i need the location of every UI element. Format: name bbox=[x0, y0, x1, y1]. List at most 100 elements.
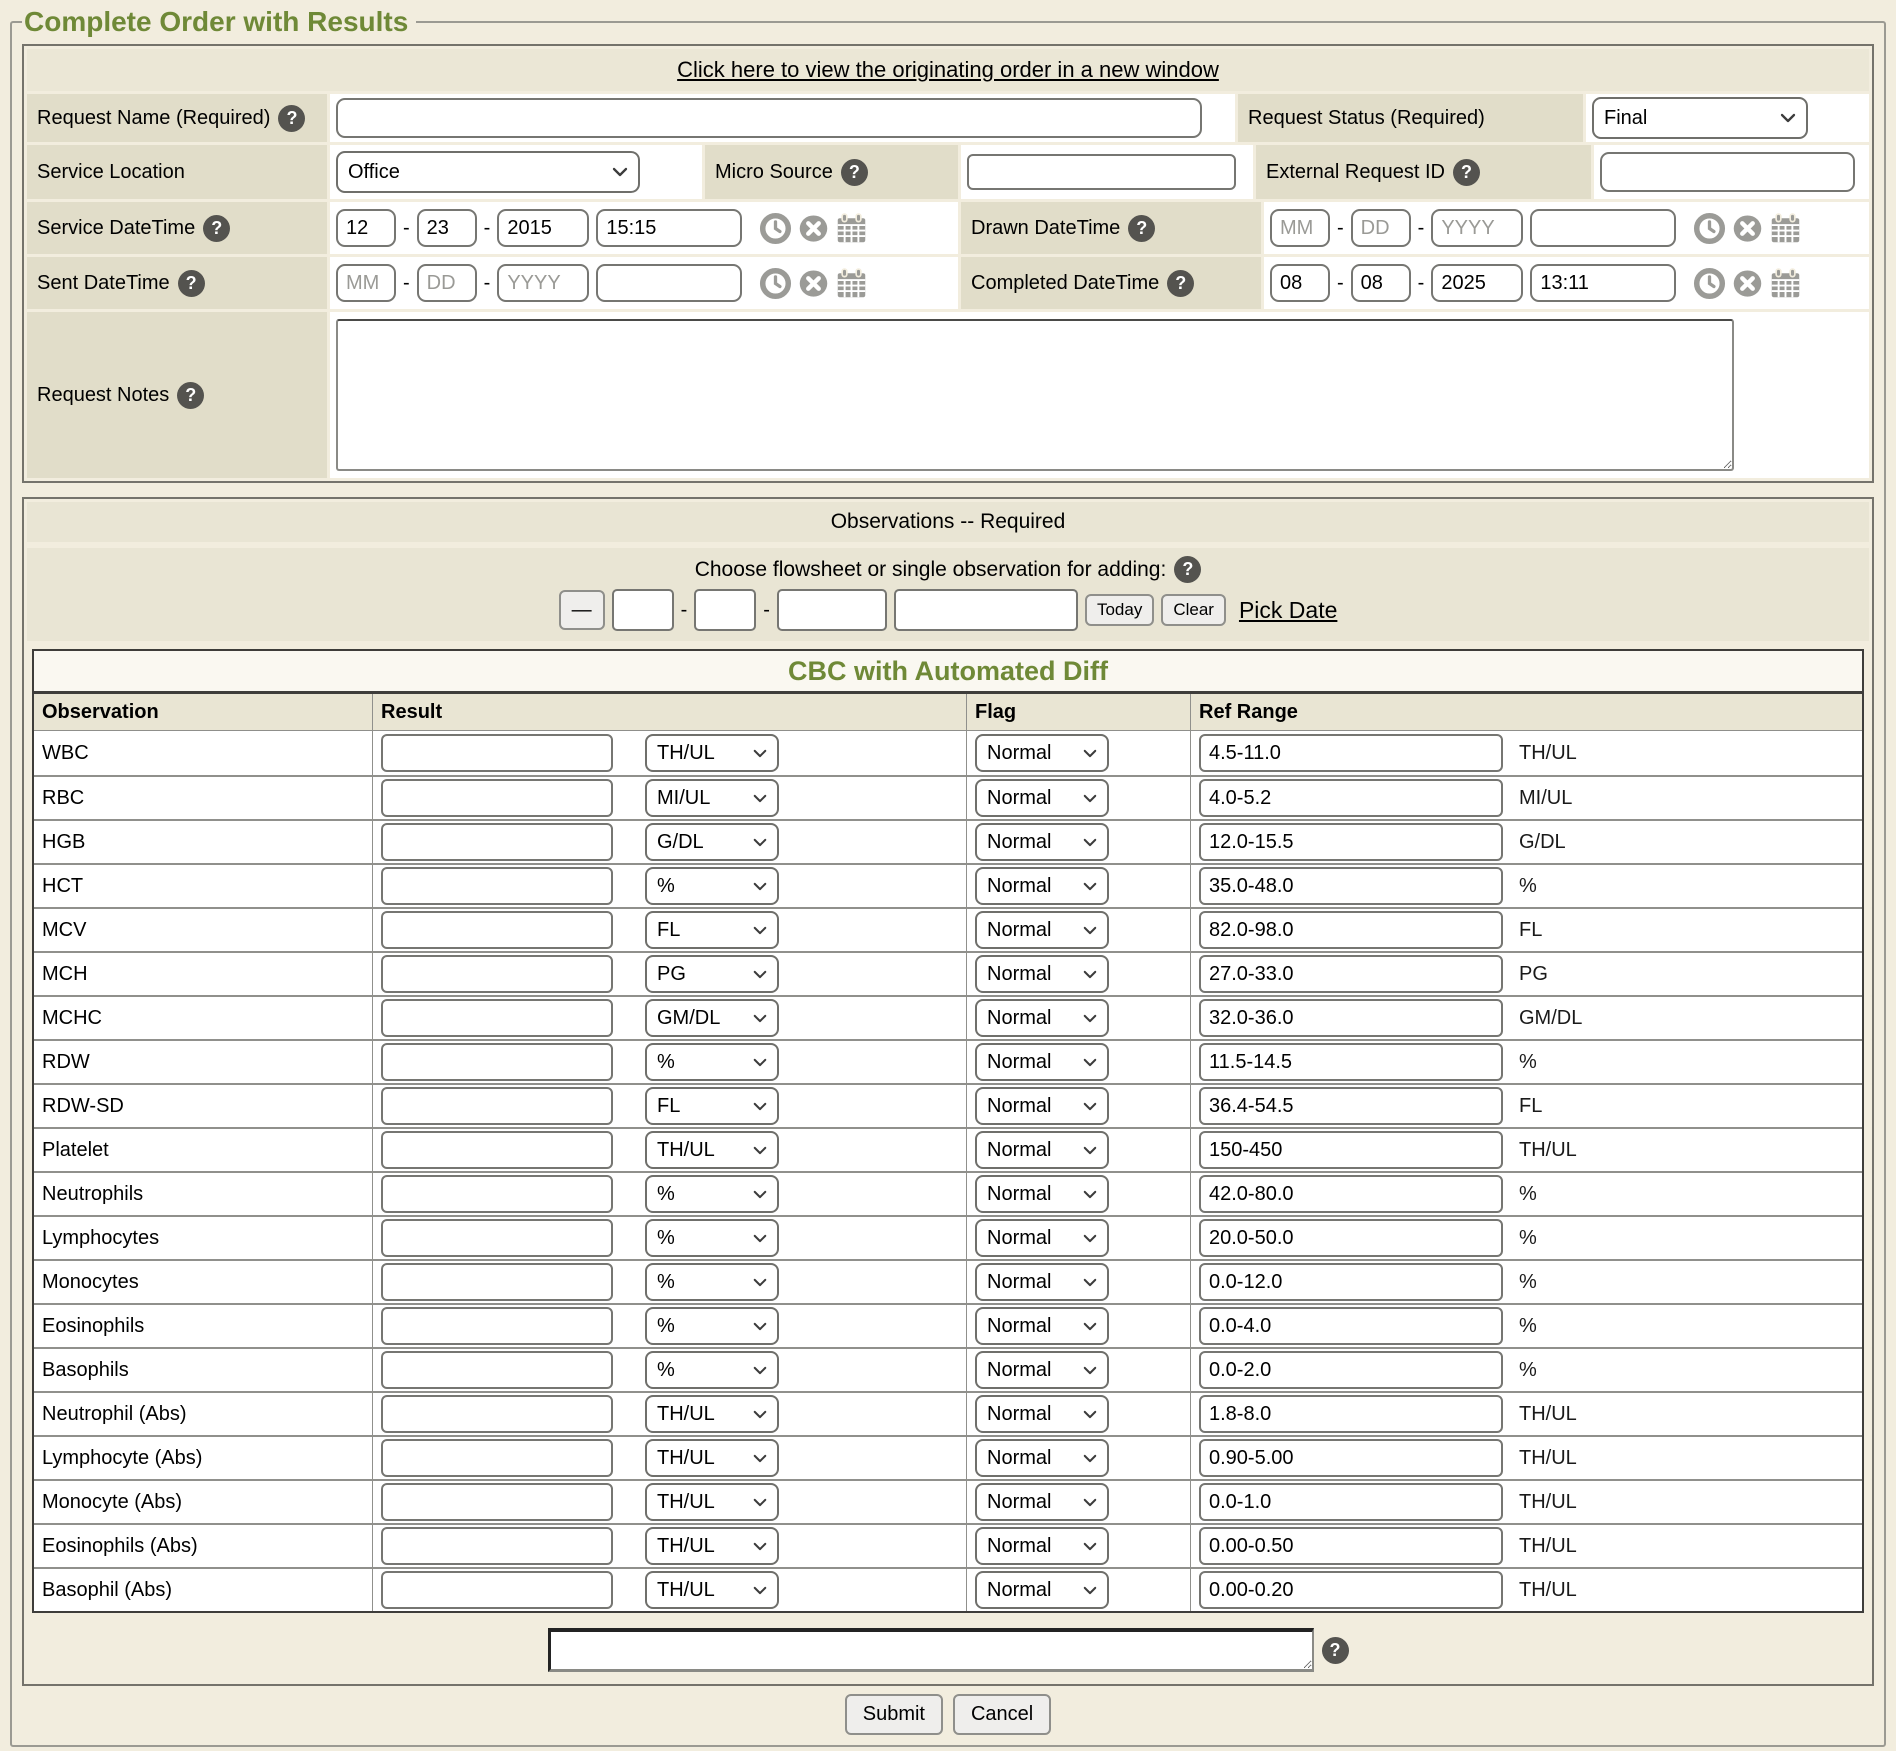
result-input[interactable] bbox=[381, 1175, 613, 1213]
month-input[interactable] bbox=[336, 209, 396, 247]
flag-select[interactable]: Normal bbox=[975, 1571, 1109, 1609]
ref-range-input[interactable] bbox=[1199, 911, 1503, 949]
ref-range-input[interactable] bbox=[1199, 1175, 1503, 1213]
result-input[interactable] bbox=[381, 911, 613, 949]
clear-button[interactable]: Clear bbox=[1161, 594, 1226, 626]
help-icon[interactable]: ? bbox=[203, 215, 230, 242]
ref-range-input[interactable] bbox=[1199, 734, 1503, 772]
result-input[interactable] bbox=[381, 1131, 613, 1169]
ref-range-input[interactable] bbox=[1199, 1263, 1503, 1301]
time-input[interactable] bbox=[1530, 264, 1676, 302]
year-input[interactable] bbox=[497, 264, 589, 302]
result-input[interactable] bbox=[381, 1351, 613, 1389]
flag-select[interactable]: Normal bbox=[975, 1175, 1109, 1213]
ref-range-input[interactable] bbox=[1199, 867, 1503, 905]
year-input[interactable] bbox=[1431, 209, 1523, 247]
result-input[interactable] bbox=[381, 734, 613, 772]
clock-icon[interactable] bbox=[759, 212, 792, 245]
month-input[interactable] bbox=[1270, 209, 1330, 247]
year-input[interactable] bbox=[1431, 264, 1523, 302]
result-input[interactable] bbox=[381, 1439, 613, 1477]
observation-note-textarea[interactable] bbox=[548, 1628, 1314, 1672]
flag-select[interactable]: Normal bbox=[975, 911, 1109, 949]
ref-range-input[interactable] bbox=[1199, 955, 1503, 993]
help-icon[interactable]: ? bbox=[278, 105, 305, 132]
clock-icon[interactable] bbox=[1693, 267, 1726, 300]
unit-select[interactable]: G/DL bbox=[645, 823, 779, 861]
submit-button[interactable]: Submit bbox=[845, 1694, 943, 1735]
flag-select[interactable]: Normal bbox=[975, 1263, 1109, 1301]
unit-select[interactable]: PG bbox=[645, 955, 779, 993]
flag-select[interactable]: Normal bbox=[975, 734, 1109, 772]
ref-range-input[interactable] bbox=[1199, 1351, 1503, 1389]
chooser-time-input[interactable] bbox=[894, 589, 1078, 631]
unit-select[interactable]: TH/UL bbox=[645, 1439, 779, 1477]
help-icon[interactable]: ? bbox=[177, 382, 204, 409]
clock-icon[interactable] bbox=[759, 267, 792, 300]
unit-select[interactable]: TH/UL bbox=[645, 1483, 779, 1521]
chooser-month-input[interactable] bbox=[612, 589, 674, 631]
help-icon[interactable]: ? bbox=[1322, 1637, 1349, 1664]
flag-select[interactable]: Normal bbox=[975, 779, 1109, 817]
clear-datetime-icon[interactable] bbox=[1731, 212, 1764, 245]
result-input[interactable] bbox=[381, 1219, 613, 1257]
help-icon[interactable]: ? bbox=[1174, 556, 1201, 583]
help-icon[interactable]: ? bbox=[1128, 215, 1155, 242]
flag-select[interactable]: Normal bbox=[975, 1131, 1109, 1169]
ref-range-input[interactable] bbox=[1199, 1043, 1503, 1081]
ref-range-input[interactable] bbox=[1199, 779, 1503, 817]
unit-select[interactable]: MI/UL bbox=[645, 779, 779, 817]
request-name-input[interactable] bbox=[336, 98, 1202, 138]
result-input[interactable] bbox=[381, 1395, 613, 1433]
flag-select[interactable]: Normal bbox=[975, 1483, 1109, 1521]
unit-select[interactable]: TH/UL bbox=[645, 1527, 779, 1565]
unit-select[interactable]: % bbox=[645, 1263, 779, 1301]
result-input[interactable] bbox=[381, 1087, 613, 1125]
pick-date-link[interactable]: Pick Date bbox=[1239, 597, 1337, 624]
month-input[interactable] bbox=[1270, 264, 1330, 302]
flag-select[interactable]: Normal bbox=[975, 1527, 1109, 1565]
flag-select[interactable]: Normal bbox=[975, 823, 1109, 861]
micro-source-input[interactable] bbox=[967, 154, 1236, 190]
unit-select[interactable]: FL bbox=[645, 1087, 779, 1125]
ref-range-input[interactable] bbox=[1199, 1307, 1503, 1345]
result-input[interactable] bbox=[381, 1527, 613, 1565]
help-icon[interactable]: ? bbox=[841, 159, 868, 186]
view-originating-order-link[interactable]: Click here to view the originating order… bbox=[677, 57, 1219, 83]
ref-range-input[interactable] bbox=[1199, 1087, 1503, 1125]
result-input[interactable] bbox=[381, 867, 613, 905]
ref-range-input[interactable] bbox=[1199, 1395, 1503, 1433]
unit-select[interactable]: GM/DL bbox=[645, 999, 779, 1037]
unit-select[interactable]: TH/UL bbox=[645, 1131, 779, 1169]
unit-select[interactable]: % bbox=[645, 1043, 779, 1081]
month-input[interactable] bbox=[336, 264, 396, 302]
ref-range-input[interactable] bbox=[1199, 1439, 1503, 1477]
flag-select[interactable]: Normal bbox=[975, 999, 1109, 1037]
external-request-id-input[interactable] bbox=[1600, 152, 1855, 192]
flag-select[interactable]: Normal bbox=[975, 1219, 1109, 1257]
unit-select[interactable]: % bbox=[645, 1307, 779, 1345]
day-input[interactable] bbox=[417, 209, 477, 247]
ref-range-input[interactable] bbox=[1199, 1219, 1503, 1257]
result-input[interactable] bbox=[381, 823, 613, 861]
ref-range-input[interactable] bbox=[1199, 999, 1503, 1037]
result-input[interactable] bbox=[381, 1263, 613, 1301]
cancel-button[interactable]: Cancel bbox=[953, 1694, 1051, 1735]
help-icon[interactable]: ? bbox=[1167, 270, 1194, 297]
chooser-day-input[interactable] bbox=[694, 589, 756, 631]
unit-select[interactable]: TH/UL bbox=[645, 1571, 779, 1609]
time-input[interactable] bbox=[1530, 209, 1676, 247]
flag-select[interactable]: Normal bbox=[975, 1351, 1109, 1389]
today-button[interactable]: Today bbox=[1085, 594, 1154, 626]
unit-select[interactable]: TH/UL bbox=[645, 1395, 779, 1433]
time-input[interactable] bbox=[596, 264, 742, 302]
request-notes-textarea[interactable] bbox=[336, 319, 1734, 471]
flag-select[interactable]: Normal bbox=[975, 1043, 1109, 1081]
unit-select[interactable]: % bbox=[645, 1351, 779, 1389]
chooser-year-input[interactable] bbox=[777, 589, 887, 631]
service-location-select[interactable]: Office bbox=[336, 151, 640, 193]
year-input[interactable] bbox=[497, 209, 589, 247]
help-icon[interactable]: ? bbox=[1453, 159, 1480, 186]
clock-icon[interactable] bbox=[1693, 212, 1726, 245]
day-input[interactable] bbox=[1351, 209, 1411, 247]
